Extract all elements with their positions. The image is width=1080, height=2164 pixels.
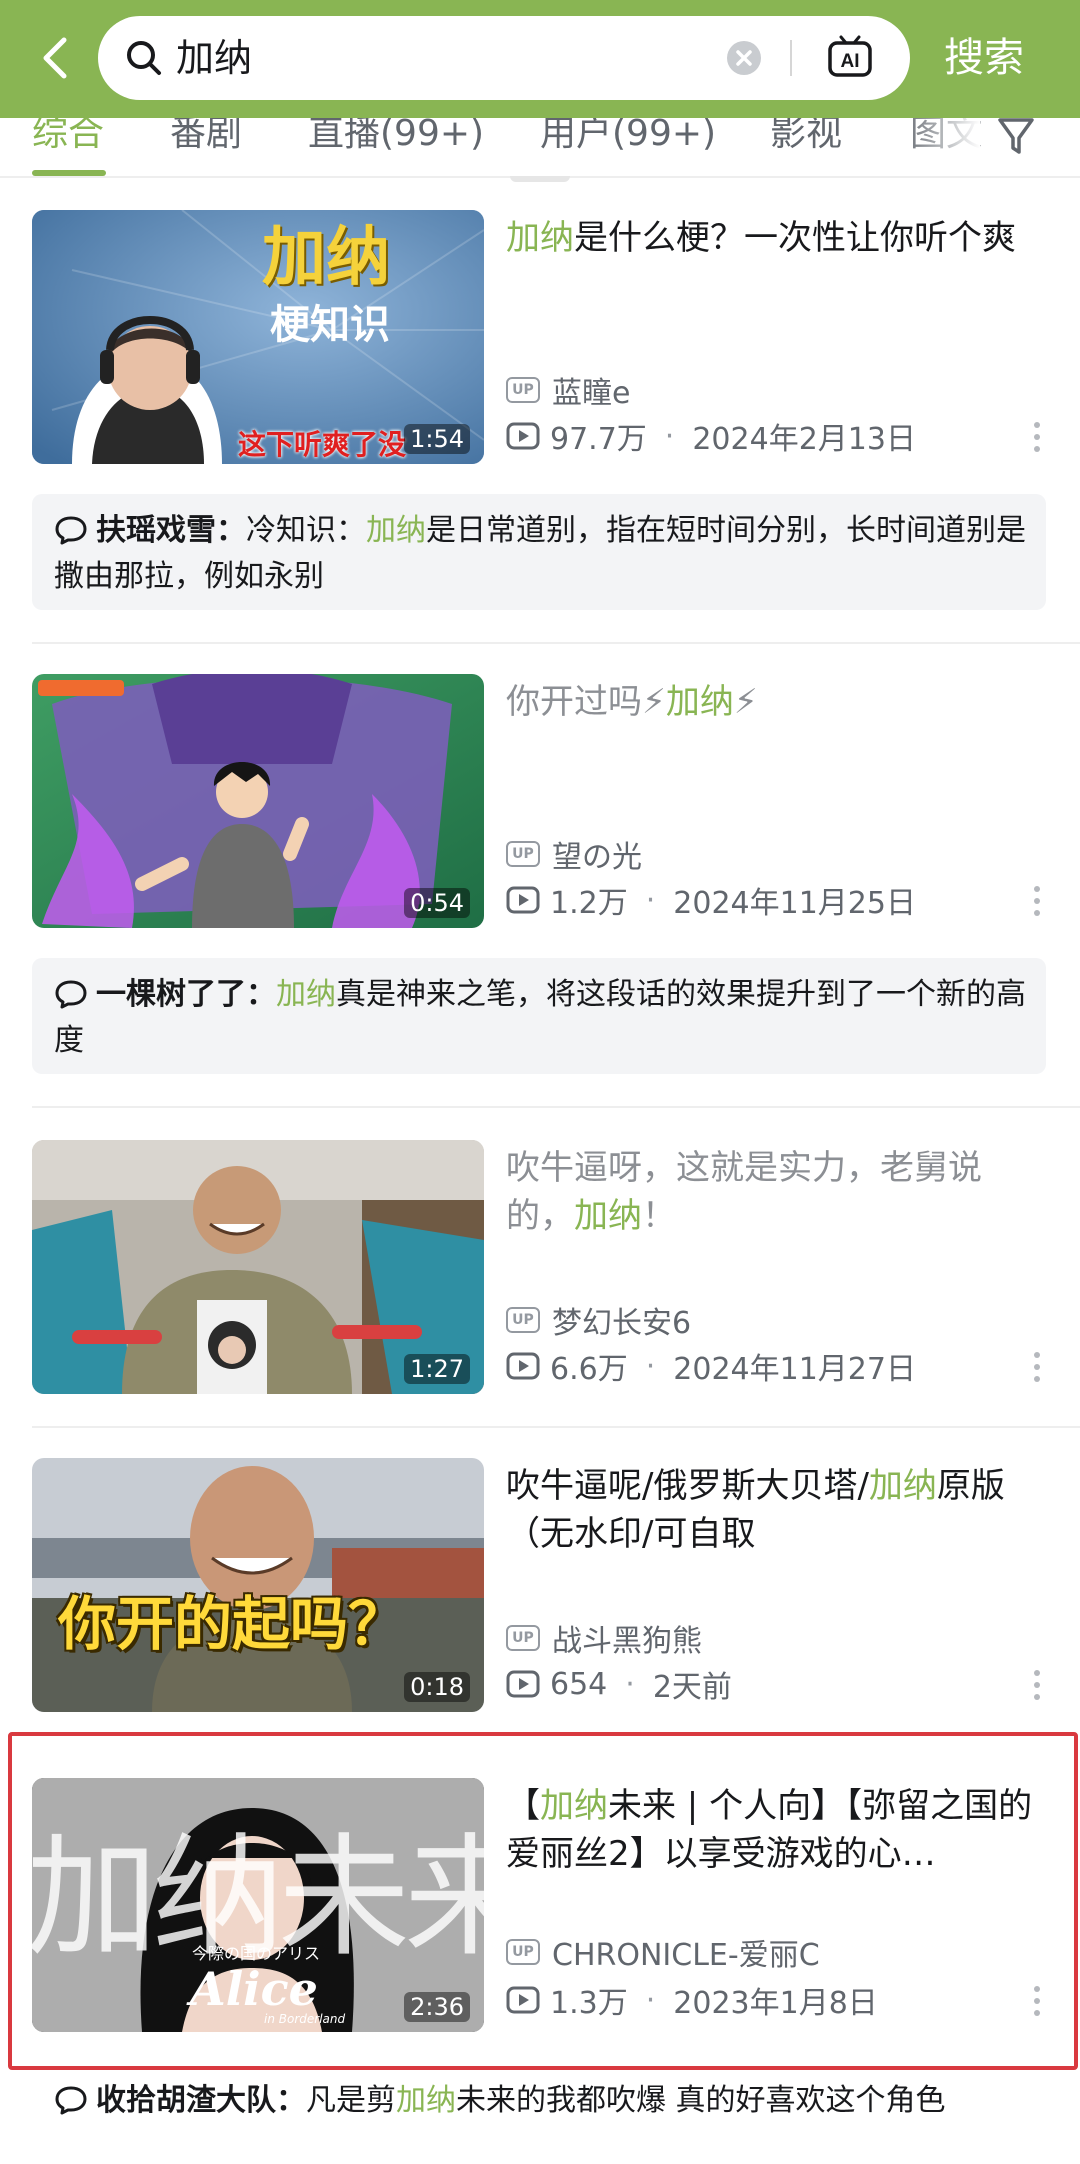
- play-count-icon: [506, 1670, 540, 1698]
- comment-user[interactable]: 一棵树了了：: [96, 977, 276, 1012]
- video-title[interactable]: 加纳是什么梗？一次性让你听个爽: [506, 214, 1046, 262]
- uploader-name: 战斗黑狗熊: [552, 1624, 702, 1659]
- up-badge-icon: UP: [506, 1625, 540, 1651]
- play-count-icon: [506, 422, 540, 450]
- view-count: 654: [550, 1666, 608, 1702]
- video-duration: 1:54: [404, 424, 470, 454]
- upload-date: 2024年11月27日: [673, 1352, 916, 1387]
- featured-comment[interactable]: 扶瑶戏雪：冷知识：加纳是日常道别，指在短时间分别，长时间道别是撒由那拉，例如永别: [32, 494, 1046, 610]
- more-options-icon[interactable]: [1032, 884, 1042, 918]
- search-input[interactable]: 加纳 AI: [98, 16, 910, 100]
- more-options-icon[interactable]: [1032, 1350, 1042, 1384]
- video-meta: 6.6万 · 2024年11月27日: [506, 1346, 916, 1387]
- comment-icon: [55, 980, 87, 1009]
- filter-icon[interactable]: [996, 118, 1036, 158]
- meta-separator: ·: [664, 418, 675, 454]
- comment-icon: [55, 516, 87, 545]
- divider: [32, 642, 1080, 644]
- divider: [32, 1426, 1080, 1428]
- featured-comment[interactable]: 一棵树了了：加纳真是神来之笔，将这段话的效果提升到了一个新的高度: [32, 958, 1046, 1074]
- comment-icon: [55, 2086, 87, 2115]
- uploader-name: 梦幻长安6: [552, 1306, 692, 1341]
- ai-tv-icon[interactable]: AI: [826, 34, 874, 80]
- play-count-icon: [506, 886, 540, 914]
- keyword-highlight: 加纳: [665, 682, 734, 722]
- view-count: 6.6万: [550, 1352, 628, 1387]
- tab-all[interactable]: 综合: [32, 118, 104, 158]
- comment-user[interactable]: 扶瑶戏雪：: [96, 513, 246, 548]
- search-query[interactable]: 加纳: [176, 34, 252, 82]
- uploader-name: 蓝瞳e: [552, 376, 631, 411]
- comment-user[interactable]: 收拾胡渣大队：: [96, 2083, 306, 2118]
- video-title[interactable]: 吹牛逼呢/俄罗斯大贝塔/加纳原版（无水印/可自取: [506, 1462, 1046, 1558]
- pull-hint: [510, 176, 570, 182]
- meta-separator: ·: [645, 1348, 656, 1384]
- uploader-row[interactable]: UP 蓝瞳e: [506, 370, 631, 411]
- video-thumbnail[interactable]: 你开的起吗？ 0:18: [32, 1458, 484, 1712]
- tab-users[interactable]: 用户(99+): [540, 118, 716, 158]
- view-count: 1.2万: [550, 886, 628, 921]
- keyword-highlight: 加纳: [574, 1196, 642, 1236]
- svg-text:AI: AI: [841, 51, 860, 72]
- keyword-highlight: 加纳: [276, 977, 336, 1012]
- keyword-highlight: 加纳: [396, 2083, 456, 2118]
- video-meta: 1.2万 · 2024年11月25日: [506, 880, 916, 921]
- uploader-row[interactable]: UP 望の光: [506, 834, 642, 875]
- tab-fade: [900, 118, 980, 176]
- meta-separator: ·: [625, 1666, 635, 1702]
- divider: [32, 1106, 1080, 1108]
- video-meta: 654 · 2天前: [506, 1664, 732, 1705]
- video-duration: 0:54: [404, 888, 470, 918]
- upload-date: 2天前: [652, 1670, 732, 1705]
- thumbnail-title-1: 加纳: [262, 221, 390, 295]
- featured-comment[interactable]: 收拾胡渣大队：凡是剪加纳未来的我都吹爆 真的好喜欢这个角色: [32, 2074, 1046, 2154]
- more-options-icon[interactable]: [1032, 1668, 1042, 1702]
- video-card[interactable]: 0:54 你开过吗⚡加纳⚡ UP 望の光 1.2万 · 2024年11月25日: [0, 674, 1080, 928]
- clear-icon[interactable]: [726, 40, 762, 76]
- search-header: 加纳 AI 搜索: [0, 0, 1080, 118]
- video-card[interactable]: 你开的起吗？ 0:18 吹牛逼呢/俄罗斯大贝塔/加纳原版（无水印/可自取 UP …: [0, 1458, 1080, 1712]
- video-duration: 0:18: [404, 1672, 470, 1702]
- thumbnail-caption: 这下听爽了没: [238, 428, 407, 461]
- up-badge-icon: UP: [506, 1307, 540, 1333]
- view-count: 97.7万: [550, 422, 647, 457]
- upload-date: 2024年11月25日: [673, 886, 916, 921]
- video-title[interactable]: 吹牛逼呀，这就是实力，老舅说的，加纳！: [506, 1144, 1046, 1240]
- uploader-row[interactable]: UP 梦幻长安6: [506, 1300, 692, 1341]
- video-title[interactable]: 你开过吗⚡加纳⚡: [506, 678, 1046, 726]
- result-tabs: 综合 番剧 直播(99+) 用户(99+) 影视 图文: [0, 118, 1080, 178]
- tab-movies[interactable]: 影视: [770, 118, 842, 158]
- tab-live[interactable]: 直播(99+): [308, 118, 484, 158]
- back-arrow-icon[interactable]: [36, 30, 76, 86]
- selection-highlight-box: [8, 1732, 1078, 2070]
- up-badge-icon: UP: [506, 841, 540, 867]
- up-badge-icon: UP: [506, 377, 540, 403]
- keyword-highlight: 加纳: [868, 1466, 937, 1506]
- video-thumbnail[interactable]: 加纳 梗知识 这下听爽了没 1:54: [32, 210, 484, 464]
- tab-bangumi[interactable]: 番剧: [170, 118, 242, 158]
- upload-date: 2024年2月13日: [692, 422, 916, 457]
- video-thumbnail[interactable]: 1:27: [32, 1140, 484, 1394]
- uploader-name: 望の光: [552, 840, 642, 875]
- video-card[interactable]: 1:27 吹牛逼呀，这就是实力，老舅说的，加纳！ UP 梦幻长安6 6.6万 ·…: [0, 1140, 1080, 1394]
- keyword-highlight: 加纳: [366, 513, 426, 548]
- search-button[interactable]: 搜索: [944, 30, 1024, 86]
- thumbnail-caption: 你开的起吗？: [58, 1590, 407, 1658]
- thumbnail-title-2: 梗知识: [270, 302, 390, 348]
- more-options-icon[interactable]: [1032, 420, 1042, 454]
- video-meta: 97.7万 · 2024年2月13日: [506, 416, 916, 457]
- play-count-icon: [506, 1352, 540, 1380]
- video-card[interactable]: 加纳 梗知识 这下听爽了没 1:54 加纳是什么梗？一次性让你听个爽 UP 蓝瞳…: [0, 210, 1080, 464]
- uploader-row[interactable]: UP 战斗黑狗熊: [506, 1618, 702, 1659]
- video-thumbnail[interactable]: 0:54: [32, 674, 484, 928]
- keyword-highlight: 加纳: [506, 218, 574, 258]
- active-tab-indicator: [32, 170, 106, 176]
- video-duration: 1:27: [404, 1354, 470, 1384]
- meta-separator: ·: [645, 882, 656, 918]
- search-icon: [127, 41, 161, 75]
- search-divider: [790, 40, 792, 76]
